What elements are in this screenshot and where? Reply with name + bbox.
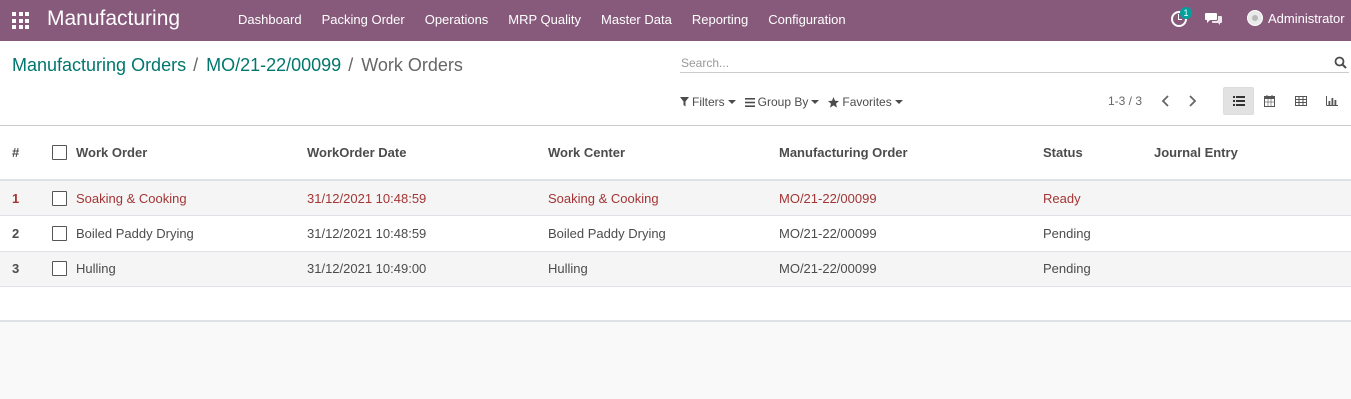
menu-item-packing-order[interactable]: Packing Order — [312, 0, 415, 41]
pager-value[interactable]: 1-3 / 3 — [1108, 94, 1142, 108]
bars-icon — [744, 97, 755, 107]
row-number: 1 — [12, 190, 20, 206]
breadcrumb-order[interactable]: MO/21-22/00099 — [206, 55, 341, 76]
breadcrumb: Manufacturing Orders / MO/21-22/00099 / … — [12, 55, 463, 76]
menu-item-configuration[interactable]: Configuration — [758, 0, 855, 41]
pivot-table-icon — [1294, 96, 1307, 106]
breadcrumb-separator: / — [348, 55, 354, 75]
cell-work-center: Boiled Paddy Drying — [548, 225, 666, 241]
user-name: Administrator — [1268, 10, 1345, 26]
breadcrumb-separator: / — [193, 55, 199, 75]
menu-item-mrp-quality[interactable]: MRP Quality — [498, 0, 591, 41]
row-checkbox[interactable] — [52, 261, 67, 277]
group-by-label: Group By — [757, 95, 809, 109]
table-row[interactable]: 1 Soaking & Cooking 31/12/2021 10:48:59 … — [0, 180, 1351, 216]
cell-work-center: Soaking & Cooking — [548, 190, 659, 206]
work-order-name: Soaking & Cooking — [76, 190, 187, 206]
breadcrumb-manufacturing-orders[interactable]: Manufacturing Orders — [12, 55, 186, 76]
search-bar — [680, 53, 1349, 73]
work-order-name: Hulling — [76, 261, 116, 277]
calendar-view-button[interactable] — [1254, 87, 1285, 115]
breadcrumb-current: Work Orders — [361, 55, 463, 75]
column-header-status[interactable]: Status — [1043, 126, 1154, 181]
cell-status: Pending — [1043, 225, 1091, 241]
main-menu: Dashboard Packing Order Operations MRP Q… — [228, 0, 856, 41]
filters-label: Filters — [692, 95, 725, 109]
table-header-row: # Work Order WorkOrder Date Work Center … — [0, 126, 1351, 181]
menu-item-operations[interactable]: Operations — [415, 0, 499, 41]
row-checkbox[interactable] — [52, 190, 67, 206]
cell-work-order: Boiled Paddy Drying — [52, 216, 307, 252]
pager-next-icon[interactable] — [1186, 95, 1198, 107]
activity-count-badge: 1 — [1180, 7, 1192, 19]
row-number: 2 — [12, 225, 20, 241]
work-orders-table: # Work Order WorkOrder Date Work Center … — [0, 126, 1351, 287]
cell-journal-entry — [1154, 216, 1351, 252]
control-panel: Manufacturing Orders / MO/21-22/00099 / … — [0, 41, 1351, 126]
column-header-journal-entry[interactable]: Journal Entry — [1154, 126, 1351, 181]
table-row[interactable]: 2 Boiled Paddy Drying 31/12/2021 10:48:5… — [0, 215, 1351, 252]
list-view-button[interactable] — [1223, 87, 1254, 115]
column-header-work-order[interactable]: Work Order — [52, 126, 307, 181]
cell-journal-entry — [1154, 180, 1351, 216]
caret-down-icon — [811, 100, 820, 104]
cell-work-center: Hulling — [548, 261, 588, 277]
work-orders-list: # Work Order WorkOrder Date Work Center … — [0, 126, 1351, 322]
view-switcher — [1223, 87, 1347, 115]
column-header-work-order-label: Work Order — [76, 145, 148, 160]
apps-menu-icon[interactable] — [12, 12, 29, 29]
search-options: Filters Group By Favorites — [680, 95, 912, 109]
row-number: 3 — [12, 261, 20, 277]
caret-down-icon — [727, 100, 736, 104]
column-header-work-center[interactable]: Work Center — [548, 126, 779, 181]
app-title[interactable]: Manufacturing — [47, 7, 180, 31]
favorites-label: Favorites — [842, 95, 892, 109]
table-row[interactable]: 3 Hulling 31/12/2021 10:49:00 Hulling MO… — [0, 251, 1351, 287]
cell-date: 31/12/2021 10:48:59 — [307, 225, 427, 241]
cell-date: 31/12/2021 10:48:59 — [307, 190, 427, 206]
chat-icon[interactable] — [1205, 12, 1223, 26]
cell-manufacturing-order: MO/21-22/00099 — [779, 225, 877, 241]
select-all-checkbox[interactable] — [52, 145, 67, 160]
column-header-workorder-date[interactable]: WorkOrder Date — [307, 126, 548, 181]
column-header-number: # — [0, 126, 52, 181]
group-by-button[interactable]: Group By — [744, 95, 820, 109]
bar-chart-icon — [1325, 96, 1338, 106]
cell-journal-entry — [1154, 251, 1351, 287]
search-icon[interactable] — [1334, 56, 1347, 69]
cell-manufacturing-order: MO/21-22/00099 — [779, 261, 877, 277]
menu-item-dashboard[interactable]: Dashboard — [228, 0, 312, 41]
top-navbar: Manufacturing Dashboard Packing Order Op… — [0, 0, 1351, 41]
avatar — [1247, 10, 1263, 26]
row-checkbox[interactable] — [52, 225, 67, 241]
filters-button[interactable]: Filters — [680, 95, 736, 109]
cell-work-order: Soaking & Cooking — [52, 180, 307, 216]
cell-status: Pending — [1043, 261, 1091, 277]
cell-date: 31/12/2021 10:49:00 — [307, 261, 427, 277]
menu-item-master-data[interactable]: Master Data — [591, 0, 682, 41]
graph-view-button[interactable] — [1316, 87, 1347, 115]
cell-work-order: Hulling — [52, 251, 307, 287]
cell-status: Ready — [1043, 190, 1081, 206]
work-order-name: Boiled Paddy Drying — [76, 225, 194, 241]
filter-icon — [680, 97, 689, 107]
favorites-button[interactable]: Favorites — [828, 95, 903, 109]
caret-down-icon — [894, 100, 903, 104]
list-view-icon — [1232, 96, 1245, 106]
user-menu[interactable]: Administrator — [1247, 10, 1345, 26]
pivot-view-button[interactable] — [1285, 87, 1316, 115]
star-icon — [828, 96, 840, 108]
search-input[interactable] — [680, 53, 1320, 72]
cell-manufacturing-order: MO/21-22/00099 — [779, 190, 877, 206]
calendar-view-icon — [1264, 95, 1275, 107]
pager-previous-icon[interactable] — [1160, 95, 1172, 107]
column-header-manufacturing-order[interactable]: Manufacturing Order — [779, 126, 1043, 181]
menu-item-reporting[interactable]: Reporting — [682, 0, 758, 41]
